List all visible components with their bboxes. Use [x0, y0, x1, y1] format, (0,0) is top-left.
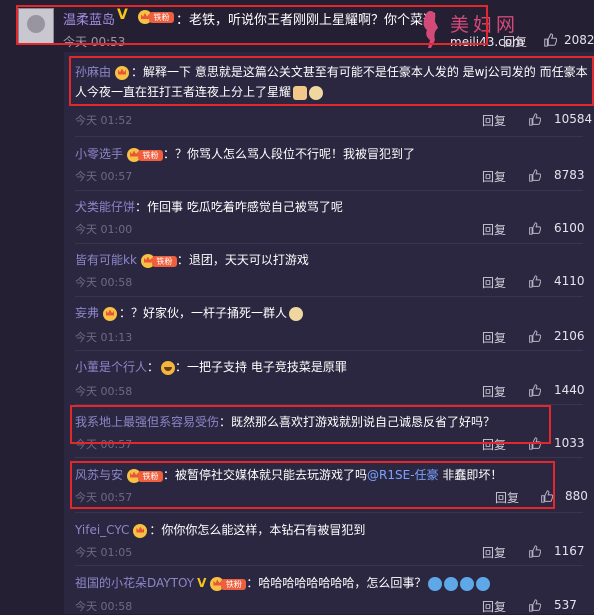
thumbs-up-icon[interactable] [528, 222, 541, 235]
highlight-box [16, 5, 488, 45]
doge-emoji-icon [289, 306, 304, 321]
like-count: 537 [554, 598, 577, 612]
comment-time: 今天 00:58 [75, 276, 133, 289]
like-count: 1440 [554, 383, 585, 397]
divider [75, 565, 583, 566]
tears-of-joy-emoji-icon [476, 576, 491, 591]
like-count: 2082 [564, 33, 594, 47]
reply-button[interactable]: 回复 [482, 274, 506, 291]
list-item: 皆有可能kk 铁粉 ：退团，天天可以打游戏 今天 00:58 回复 4110 [64, 250, 594, 290]
thumbs-up-icon[interactable] [528, 113, 541, 126]
like-count: 10584 [554, 112, 593, 126]
thumbs-up-icon[interactable] [543, 33, 557, 47]
fan-badge: 铁粉 [127, 147, 164, 162]
comment-text: ：你你你怎么能这样，本钻石有被冒犯到 [149, 523, 366, 537]
thumbs-up-icon[interactable] [528, 384, 541, 397]
like-count: 1033 [554, 436, 585, 450]
fan-badge: 铁粉 [210, 576, 247, 591]
comment-text: ：？好家伙，一杆子捅死一群人 [119, 306, 288, 320]
like-count: 8783 [554, 168, 585, 182]
commenter-name[interactable]: Yifei_CYC [75, 523, 129, 537]
thumbs-up-icon[interactable] [528, 599, 541, 612]
tears-of-joy-emoji-icon [444, 576, 459, 591]
divider [75, 457, 583, 458]
crown-icon [133, 523, 148, 538]
comment-time: 今天 01:52 [75, 114, 133, 127]
reply-button[interactable]: 回复 [482, 383, 506, 400]
commenter-name[interactable]: 犬类能仔饼 [75, 200, 135, 214]
like-count: 2106 [554, 329, 585, 343]
divider [75, 136, 583, 137]
thumbs-up-icon[interactable] [528, 545, 541, 558]
thumbs-up-icon[interactable] [528, 275, 541, 288]
commenter-name[interactable]: 祖国的小花朵DAYTOY [75, 576, 194, 590]
list-item: 祖国的小花朵DAYTOY V 铁粉 ：哈哈哈哈哈哈哈哈，怎么回事？ 今天 00:58 … [64, 573, 594, 615]
divider [75, 243, 583, 244]
comment-time: 今天 01:05 [75, 546, 133, 559]
list-item: Yifei_CYC ：你你你怎么能这样，本钻石有被冒犯到 今天 01:05 回复 … [64, 520, 594, 560]
reply-button[interactable]: 回复 [482, 112, 506, 129]
list-item: 小董是个行人： ：一把子支持 电子竞技菜是原罪 今天 00:58 回复 1440 [75, 360, 585, 400]
list-item: 犬类能仔饼：作回事 吃瓜吃着咋感觉自己被骂了呢 今天 01:00 回复 6100 [64, 197, 594, 237]
list-item: 妄弗 ：？好家伙，一杆子捅死一群人 今天 01:13 回复 2106 [64, 303, 594, 346]
reply-button[interactable]: 回复 [482, 544, 506, 561]
crown-icon [103, 306, 118, 321]
divider [75, 190, 583, 191]
thumbs-up-icon[interactable] [528, 330, 541, 343]
divider [75, 512, 583, 513]
tears-of-joy-emoji-icon [428, 576, 443, 591]
comment-time: 今天 00:57 [75, 170, 133, 183]
highlight-box [69, 56, 594, 106]
commenter-name[interactable]: 小零选手 [75, 147, 123, 161]
highlight-box [70, 461, 555, 509]
fan-badge [103, 306, 119, 321]
reply-button[interactable]: 回复 [482, 329, 506, 346]
comment-time: 今天 01:00 [75, 223, 133, 236]
like-count: 4110 [554, 274, 585, 288]
comment-time: 今天 00:58 [75, 600, 133, 613]
comment-text: ：作回事 吃瓜吃着咋感觉自己被骂了呢 [135, 200, 343, 214]
comment-text: ：？你骂人怎么骂人段位不行呢！我被冒犯到了 [163, 147, 416, 161]
comment-text: ：一把子支持 电子竞技菜是原罪 [175, 360, 347, 374]
comment-text: ：哈哈哈哈哈哈哈哈，怎么回事？ [246, 576, 427, 590]
commenter-name[interactable]: 皆有可能kk [75, 253, 137, 267]
tears-of-joy-emoji-icon [460, 576, 475, 591]
fan-badge [133, 523, 149, 538]
commenter-name[interactable]: 小董是个行人 [75, 360, 147, 374]
divider [75, 350, 583, 351]
laughing-emoji-icon [161, 360, 176, 375]
like-count: 880 [565, 489, 588, 503]
commenter-name[interactable]: 妄弗 [75, 306, 99, 320]
list-item: 小零选手 铁粉 ：？你骂人怎么骂人段位不行呢！我被冒犯到了 今天 00:57 回复 … [64, 144, 594, 184]
comment-time: 今天 00:58 [75, 385, 133, 398]
reply-button[interactable]: 回复 [482, 598, 506, 615]
comment-text: ：退团，天天可以打游戏 [176, 253, 309, 267]
thumbs-up-icon[interactable] [528, 169, 541, 182]
verified-icon: V [197, 576, 207, 590]
comment-time: 今天 01:13 [75, 331, 133, 344]
fan-badge: 铁粉 [140, 253, 177, 268]
like-count: 1167 [554, 544, 585, 558]
divider [75, 296, 583, 297]
reply-button[interactable]: 回复 [482, 221, 506, 238]
reply-button[interactable]: 回复 [482, 168, 506, 185]
like-count: 6100 [554, 221, 585, 235]
reply-panel: 孙麻由 ：解释一下 意思就是这篇公关文甚至有可能不是任豪本人发的 是wj公司发的 … [64, 52, 594, 614]
highlight-box [70, 405, 551, 444]
